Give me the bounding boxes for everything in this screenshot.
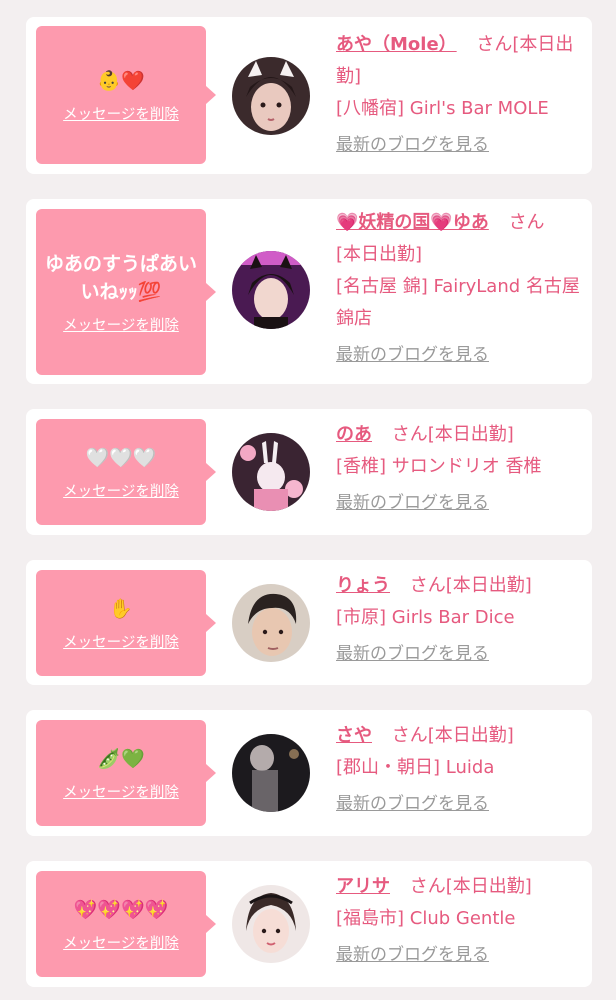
shop-name: [香椎] サロンドリオ 香椎 [336,456,542,477]
latest-blog-link[interactable]: 最新のブログを見る [336,487,489,519]
shift-status: [本日出勤] [336,244,423,265]
message-bubble: 💖💖💖💖 メッセージを削除 [36,871,216,977]
message-bubble: ゆあのすうぱあいいねｯｯ💯 メッセージを削除 [36,209,216,375]
honorific: さん [391,424,428,445]
message-bubble: 👶❤️ メッセージを削除 [36,26,216,164]
shop-name: [市原] Girls Bar Dice [336,607,515,628]
message-list: 👶❤️ メッセージを削除 あや（Mole） さん[本日出勤] [八幡宿] Gir… [0,0,616,1000]
latest-blog-link[interactable]: 最新のブログを見る [336,788,489,820]
message-card: 🤍🤍🤍 メッセージを削除 のあ さん[本日出勤] [香椎] サロンドリオ 香椎 … [26,409,592,535]
shift-status: [本日出勤] [445,876,532,897]
message-card: ゆあのすうぱあいいねｯｯ💯 メッセージを削除 💗妖精の国💗ゆあ さん [本日出勤… [26,199,592,384]
latest-blog-link[interactable]: 最新のブログを見る [336,129,489,161]
message-text: 🤍🤍🤍 [85,446,157,469]
message-text: 🫛💚 [97,747,145,770]
girl-cat-ears-portrait-icon [232,57,310,135]
honorific: さん [409,575,446,596]
shop-name: [八幡宿] Girl's Bar MOLE [336,98,549,119]
sender-name-link[interactable]: さや [336,725,372,746]
latest-blog-link[interactable]: 最新のブログを見る [336,339,489,371]
honorific: さん [476,34,513,55]
shift-status: [本日出勤] [427,725,514,746]
message-text: ゆあのすうぱあいいねｯｯ💯 [44,252,197,303]
message-text: 💖💖💖💖 [73,898,169,921]
delete-message-link[interactable]: メッセージを削除 [63,103,179,124]
message-card: 💖💖💖💖 メッセージを削除 アリサ さん[本日出勤] [福島市] Club Ge… [26,861,592,987]
sender-info: りょう さん[本日出勤] [市原] Girls Bar Dice 最新のブログを… [336,570,584,670]
avatar[interactable] [232,885,310,963]
avatar[interactable] [232,251,310,329]
delete-message-link[interactable]: メッセージを削除 [63,314,179,335]
sender-info: のあ さん[本日出勤] [香椎] サロンドリオ 香椎 最新のブログを見る [336,419,584,519]
message-bubble: 🤍🤍🤍 メッセージを削除 [36,419,216,525]
shop-name: [名古屋 錦] FairyLand 名古屋錦店 [336,276,580,329]
delete-message-link[interactable]: メッセージを削除 [63,480,179,501]
honorific: さん [391,725,428,746]
latest-blog-link[interactable]: 最新のブログを見る [336,638,489,670]
latest-blog-link[interactable]: 最新のブログを見る [336,939,489,971]
boy-portrait-icon [232,584,310,662]
message-text: 👶❤️ [97,69,145,92]
message-text: ✋ [109,597,133,620]
avatar[interactable] [232,584,310,662]
girl-cat-ears-neon-portrait-icon [232,251,310,329]
bunny-pink-portrait-icon [232,433,310,511]
sender-name-link[interactable]: アリサ [336,876,390,897]
honorific: さん [508,212,545,233]
sender-name-link[interactable]: のあ [336,424,372,445]
avatar[interactable] [232,57,310,135]
shop-name: [福島市] Club Gentle [336,908,516,929]
avatar[interactable] [232,734,310,812]
sender-info: あや（Mole） さん[本日出勤] [八幡宿] Girl's Bar MOLE … [336,29,584,161]
delete-message-link[interactable]: メッセージを削除 [63,781,179,802]
shop-name: [郡山・朝日] Luida [336,757,495,778]
message-card: 👶❤️ メッセージを削除 あや（Mole） さん[本日出勤] [八幡宿] Gir… [26,17,592,174]
sender-name-link[interactable]: りょう [336,575,390,596]
dark-blurred-portrait-icon [232,734,310,812]
message-bubble: ✋ メッセージを削除 [36,570,216,676]
delete-message-link[interactable]: メッセージを削除 [63,631,179,652]
message-card: ✋ メッセージを削除 りょう さん[本日出勤] [市原] Girls Bar D… [26,560,592,685]
shift-status: [本日出勤] [427,424,514,445]
sender-name-link[interactable]: 💗妖精の国💗ゆあ [336,212,489,233]
sender-info: アリサ さん[本日出勤] [福島市] Club Gentle 最新のブログを見る [336,871,584,971]
message-bubble: 🫛💚 メッセージを削除 [36,720,216,826]
sender-name-link[interactable]: あや（Mole） [336,34,457,55]
delete-message-link[interactable]: メッセージを削除 [63,932,179,953]
sender-info: さや さん[本日出勤] [郡山・朝日] Luida 最新のブログを見る [336,720,584,820]
shift-status: [本日出勤] [445,575,532,596]
message-card: 🫛💚 メッセージを削除 さや さん[本日出勤] [郡山・朝日] Luida 最新… [26,710,592,836]
avatar[interactable] [232,433,310,511]
sender-info: 💗妖精の国💗ゆあ さん [本日出勤] [名古屋 錦] FairyLand 名古屋… [336,207,584,371]
girl-lace-portrait-icon [232,885,310,963]
honorific: さん [409,876,446,897]
